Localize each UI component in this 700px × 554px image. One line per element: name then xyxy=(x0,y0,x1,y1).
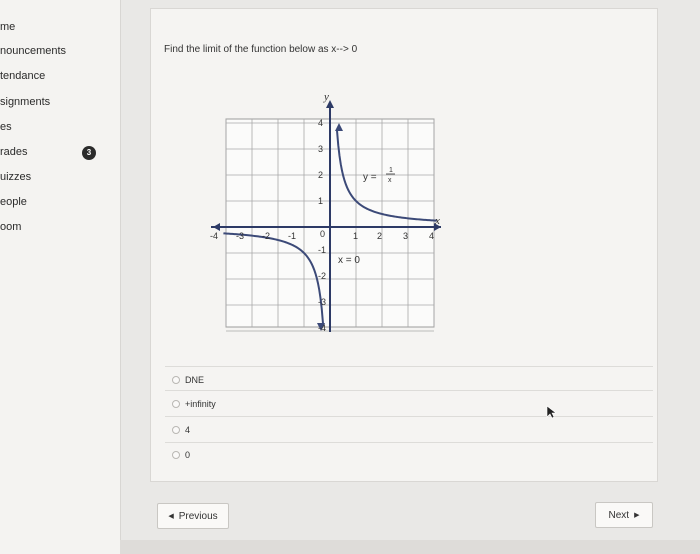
sidebar-item-attendance[interactable]: tendance xyxy=(0,70,45,82)
grades-count-badge: 3 xyxy=(82,146,96,160)
sidebar-item-zoom[interactable]: oom xyxy=(0,221,21,233)
choice-label: 4 xyxy=(185,425,191,435)
x-tick-label: 1 xyxy=(353,231,358,241)
mouse-cursor-icon xyxy=(546,405,557,419)
y-tick-label: 1 xyxy=(318,196,323,206)
choice-divider xyxy=(165,416,653,417)
x-tick-label: -2 xyxy=(262,231,270,241)
previous-button[interactable]: ◀ Previous xyxy=(157,503,229,529)
sidebar-item-quizzes[interactable]: uizzes xyxy=(0,171,31,183)
y-tick-label: -4 xyxy=(318,323,326,333)
x-axis-label: x xyxy=(434,215,440,227)
function-numerator: 1 xyxy=(389,167,393,174)
chevron-right-icon: ▶ xyxy=(634,512,640,519)
sidebar-item-grades[interactable]: rades xyxy=(0,146,28,158)
choice-infinity[interactable]: +infinity xyxy=(172,399,216,409)
asymptote-label: x = 0 xyxy=(338,255,360,266)
choice-label: DNE xyxy=(185,375,205,385)
y-tick-label: -2 xyxy=(318,271,326,281)
footer-bar xyxy=(120,540,700,554)
question-text: Find the limit of the function below as … xyxy=(164,44,358,55)
choice-4[interactable]: 4 xyxy=(172,425,190,435)
function-denominator: x xyxy=(388,177,392,184)
choice-label: +infinity xyxy=(185,399,216,409)
radio-button[interactable] xyxy=(172,376,180,384)
sidebar-item-home[interactable]: me xyxy=(0,21,15,33)
sidebar-item-files[interactable]: es xyxy=(0,121,12,133)
sidebar-item-people[interactable]: eople xyxy=(0,196,27,208)
x-tick-label: 4 xyxy=(429,231,434,241)
x-tick-label: -3 xyxy=(236,231,244,241)
x-tick-label: -1 xyxy=(288,231,296,241)
choice-divider xyxy=(165,390,653,391)
x-axis-left-arrow xyxy=(213,223,220,231)
x-tick-label: -4 xyxy=(210,231,218,241)
function-label: y = xyxy=(363,172,377,183)
y-tick-label: -1 xyxy=(318,245,326,255)
choice-divider xyxy=(165,366,653,367)
radio-button[interactable] xyxy=(172,400,180,408)
sidebar-divider xyxy=(120,0,121,554)
origin-label: 0 xyxy=(320,229,325,239)
y-tick-label: -3 xyxy=(318,297,326,307)
function-graph: x y -4 -3 -2 -1 0 1 2 3 4 4 3 2 1 -1 -2 … xyxy=(210,91,441,333)
sidebar-item-announcements[interactable]: nouncements xyxy=(0,45,66,57)
chevron-left-icon: ◀ xyxy=(168,513,174,520)
choice-0[interactable]: 0 xyxy=(172,450,190,460)
x-tick-label: 3 xyxy=(403,231,408,241)
y-tick-label: 3 xyxy=(318,144,323,154)
choice-dne[interactable]: DNE xyxy=(172,375,204,385)
x-tick-label: 2 xyxy=(377,231,382,241)
choice-divider xyxy=(165,442,653,443)
y-axis-label: y xyxy=(323,91,329,103)
course-sidebar: me nouncements tendance signments es rad… xyxy=(0,0,120,554)
y-tick-label: 4 xyxy=(318,118,323,128)
sidebar-item-assignments[interactable]: signments xyxy=(0,96,50,108)
previous-label: Previous xyxy=(178,510,218,522)
radio-button[interactable] xyxy=(172,451,180,459)
next-label: Next xyxy=(608,509,630,521)
y-tick-label: 2 xyxy=(318,170,323,180)
radio-button[interactable] xyxy=(172,426,180,434)
choice-label: 0 xyxy=(185,450,191,460)
next-button[interactable]: Next ▶ xyxy=(595,502,653,528)
